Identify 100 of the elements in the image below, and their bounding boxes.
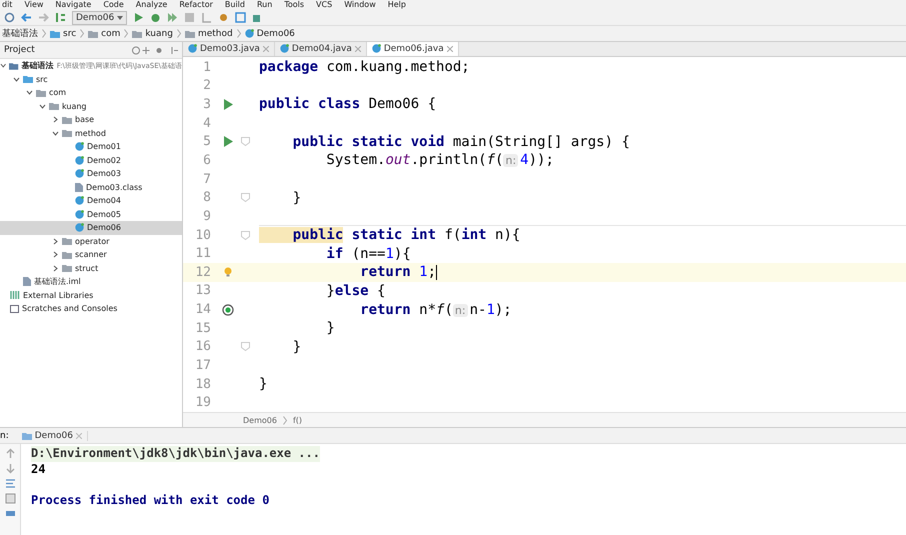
code-line: } [292, 190, 302, 206]
breadcrumb-item[interactable]: com [88, 28, 120, 38]
lightbulb-icon[interactable] [224, 267, 232, 278]
tree-item[interactable]: 基础语法.iml [0, 275, 182, 288]
run-icon[interactable] [133, 12, 144, 23]
fold-marker-icon[interactable] [241, 137, 250, 146]
fold-marker-icon[interactable] [241, 230, 250, 240]
breadcrumb-item[interactable]: f() [292, 416, 302, 425]
line-number: 7 [202, 172, 212, 187]
breadcrumb-item[interactable]: Demo06 [244, 28, 295, 38]
menu-item[interactable]: dit [2, 0, 12, 10]
chevron-separator-icon [176, 29, 181, 38]
tree-item[interactable]: base [0, 113, 182, 126]
menu-item[interactable]: Refactor [179, 0, 213, 10]
tree-item[interactable]: src [0, 72, 182, 86]
close-icon[interactable] [446, 46, 453, 52]
menu-item[interactable]: Analyze [136, 0, 168, 10]
recursion-icon [222, 304, 234, 316]
editor-tab[interactable]: Demo04.java [274, 42, 367, 56]
line-number: 1 [202, 60, 212, 75]
back-icon[interactable] [21, 12, 32, 23]
run-tab[interactable]: Demo06 [16, 430, 88, 440]
library-icon [10, 291, 20, 300]
menu-item[interactable]: Run [256, 0, 272, 10]
menu-item[interactable]: Build [224, 0, 245, 10]
line-number: 18 [194, 376, 212, 392]
tree-item[interactable]: com [0, 86, 182, 100]
stop-icon[interactable] [184, 12, 196, 23]
code-line: System.out.println(f(n: 4)); [325, 152, 554, 168]
tree-item[interactable]: External Libraries [0, 288, 182, 302]
class-icon [75, 169, 84, 178]
tree-item[interactable]: scanner [0, 248, 182, 262]
tree-item[interactable]: Demo04 [0, 194, 182, 208]
tree-item[interactable]: Demo01 [0, 140, 182, 154]
run-icon[interactable] [224, 98, 232, 110]
tree-item[interactable]: Demo06 [0, 221, 182, 234]
breadcrumb-item[interactable]: 基础语法 [2, 27, 38, 40]
tree-item[interactable]: method [0, 126, 182, 140]
menu-item[interactable]: VCS [316, 0, 332, 10]
class-icon [75, 156, 84, 165]
breadcrumb-item[interactable]: src [50, 28, 76, 38]
breadcrumb-item[interactable]: Demo06 [243, 416, 277, 425]
line-number: 9 [202, 208, 212, 224]
class-icon [75, 142, 84, 152]
forward-icon[interactable] [38, 12, 49, 23]
class-icon [75, 210, 84, 219]
line-number: 12 [194, 264, 212, 280]
menu-item[interactable]: Help [388, 0, 406, 10]
tree-item[interactable]: kuang [0, 100, 182, 113]
class-icon [75, 223, 84, 232]
code-line: public static void main(String[] args) { [292, 134, 630, 150]
breadcrumb-item[interactable]: kuang [132, 28, 173, 38]
line-number: 5 [202, 134, 212, 150]
down-arrow-icon[interactable] [4, 463, 16, 474]
fold-marker-icon[interactable] [241, 193, 250, 202]
breadcrumb-item[interactable]: method [184, 28, 233, 38]
folder-icon [184, 30, 195, 38]
menu-item[interactable]: Navigate [55, 0, 92, 10]
tree-item[interactable]: Scratches and Consoles [0, 302, 182, 316]
menu-item[interactable]: View [24, 0, 44, 10]
line-number: 3 [202, 96, 212, 112]
editor-tab[interactable]: Demo06.java [366, 42, 459, 56]
run-config-dropdown[interactable]: Demo06 [72, 10, 128, 24]
text-cursor [436, 264, 438, 280]
panel-label: n: [0, 430, 9, 440]
class-icon [244, 29, 254, 38]
close-icon[interactable] [76, 432, 82, 438]
panel-tools-icon[interactable] [132, 46, 178, 54]
line-number: 2 [202, 78, 212, 94]
close-icon[interactable] [354, 46, 361, 52]
class-icon [75, 196, 84, 206]
line-number: 13 [194, 283, 212, 298]
run-icon[interactable] [224, 136, 232, 148]
up-arrow-icon[interactable] [4, 448, 16, 459]
line-number: 15 [194, 320, 212, 336]
line-number: 11 [194, 246, 212, 262]
fold-marker-icon[interactable] [241, 342, 250, 352]
tree-item[interactable]: operator [0, 234, 182, 248]
code-line: public static int f(int n){ [259, 227, 520, 243]
close-icon[interactable] [262, 46, 269, 52]
panel-title[interactable]: Project [4, 45, 35, 55]
chevron-separator-icon [282, 416, 287, 425]
chevron-separator-icon [42, 29, 46, 38]
code-line: package com.kuang.method; [259, 59, 470, 76]
menu-item[interactable]: Tools [284, 0, 304, 10]
line-number: 4 [202, 116, 212, 131]
tree-item[interactable]: struct [0, 262, 182, 275]
tree-item[interactable]: Demo03 [0, 167, 182, 180]
console-icon [10, 304, 19, 313]
menu-item[interactable]: Window [344, 0, 376, 10]
menu-item[interactable]: Code [103, 0, 124, 10]
line-number: 6 [202, 152, 212, 168]
editor-tab[interactable]: Demo03.java [183, 42, 275, 56]
tree-item[interactable]: Demo02 [0, 154, 182, 167]
code-line: public class Demo06 { [259, 96, 436, 112]
tree-item[interactable]: Demo05 [0, 208, 182, 221]
folder-icon [22, 432, 32, 440]
tree-item[interactable]: Demo03.class [0, 180, 182, 194]
caret-icon [117, 16, 124, 20]
code-line: return 1; [359, 264, 436, 280]
